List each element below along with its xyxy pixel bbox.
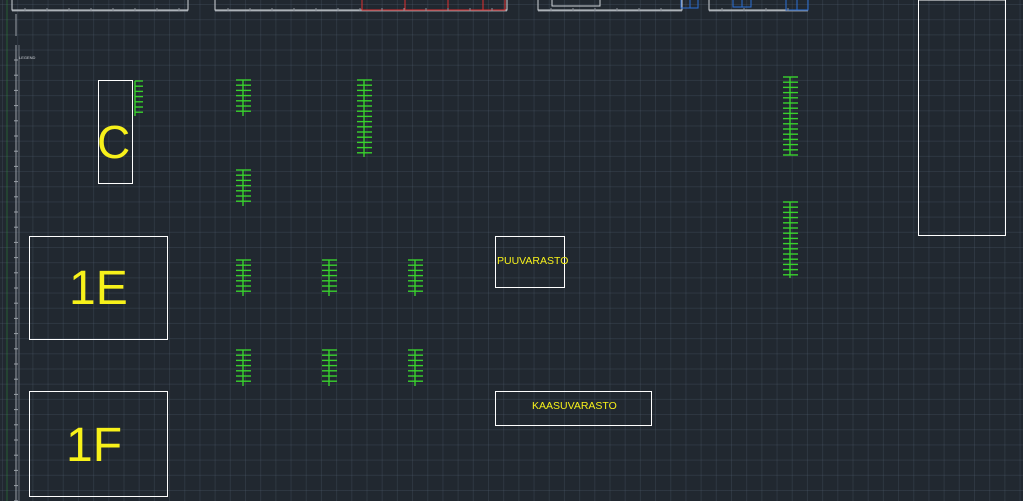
zone-1e-label: 1E (69, 262, 128, 315)
zone-c-label: C (97, 116, 131, 168)
top-outline-middle (214, 0, 508, 11)
rack-layer (134, 76, 798, 386)
shelving-rack[interactable] (783, 201, 798, 278)
building-outline-right[interactable] (918, 0, 1006, 236)
blue-linework-1 (680, 0, 699, 9)
top-linework (11, 0, 809, 12)
shelving-rack[interactable] (236, 169, 251, 206)
top-outline-far-right (708, 0, 809, 11)
shelving-rack[interactable] (322, 349, 337, 386)
cad-drawing-canvas[interactable]: LEGEND C 1E 1F PUUVARASTO KAASUVARASTO (0, 0, 1023, 501)
red-linework (361, 0, 506, 11)
shelving-rack[interactable] (408, 259, 423, 296)
top-outline-left (11, 0, 189, 11)
shelving-rack[interactable] (236, 259, 251, 296)
shelving-rack[interactable] (357, 79, 372, 157)
floor-plan-drawing: LEGEND (6, 0, 1006, 501)
zone-1f-label: 1F (66, 419, 123, 472)
top-outline-right (537, 0, 683, 11)
shelving-rack[interactable] (134, 80, 143, 116)
wood-storage-label: PUUVARASTO (497, 255, 569, 267)
shelving-rack[interactable] (236, 349, 251, 386)
ruler-tag: LEGEND (19, 55, 36, 60)
left-ruler: LEGEND (6, 0, 36, 501)
gas-storage-label: KAASUVARASTO (532, 400, 617, 412)
shelving-rack[interactable] (236, 79, 251, 116)
shelving-rack[interactable] (783, 76, 798, 156)
shelving-rack[interactable] (322, 259, 337, 296)
shelving-rack[interactable] (408, 349, 423, 386)
